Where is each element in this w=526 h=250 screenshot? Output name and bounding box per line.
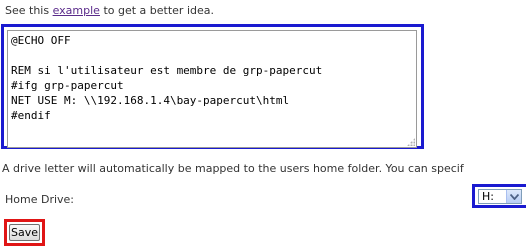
resize-grip-icon[interactable] xyxy=(407,138,415,146)
example-link[interactable]: example xyxy=(53,4,100,17)
chevron-down-icon[interactable] xyxy=(506,190,521,203)
save-button[interactable]: Save xyxy=(9,224,40,241)
home-drive-value: H: xyxy=(482,190,494,203)
home-drive-select[interactable]: H: xyxy=(478,189,522,204)
script-line xyxy=(11,48,413,63)
script-line: @ECHO OFF xyxy=(11,34,71,47)
script-line: #ifg grp-papercut xyxy=(11,79,124,92)
home-drive-label: Home Drive: xyxy=(5,193,75,206)
login-script-settings: See this example to get a better idea. @… xyxy=(0,0,526,250)
script-line: REM si l'utilisateur est membre de grp-p… xyxy=(11,64,323,77)
intro-before: See this xyxy=(5,4,53,17)
drive-mapping-note: A drive letter will automatically be map… xyxy=(2,162,464,175)
script-line: NET USE M: \\192.168.1.4\bay-papercut\ht… xyxy=(11,94,290,107)
login-script-textarea[interactable]: @ECHO OFF REM si l'utilisateur est membr… xyxy=(7,30,417,148)
intro-after: to get a better idea. xyxy=(99,4,214,17)
intro-text: See this example to get a better idea. xyxy=(5,4,214,17)
script-line: #endif xyxy=(11,109,51,122)
